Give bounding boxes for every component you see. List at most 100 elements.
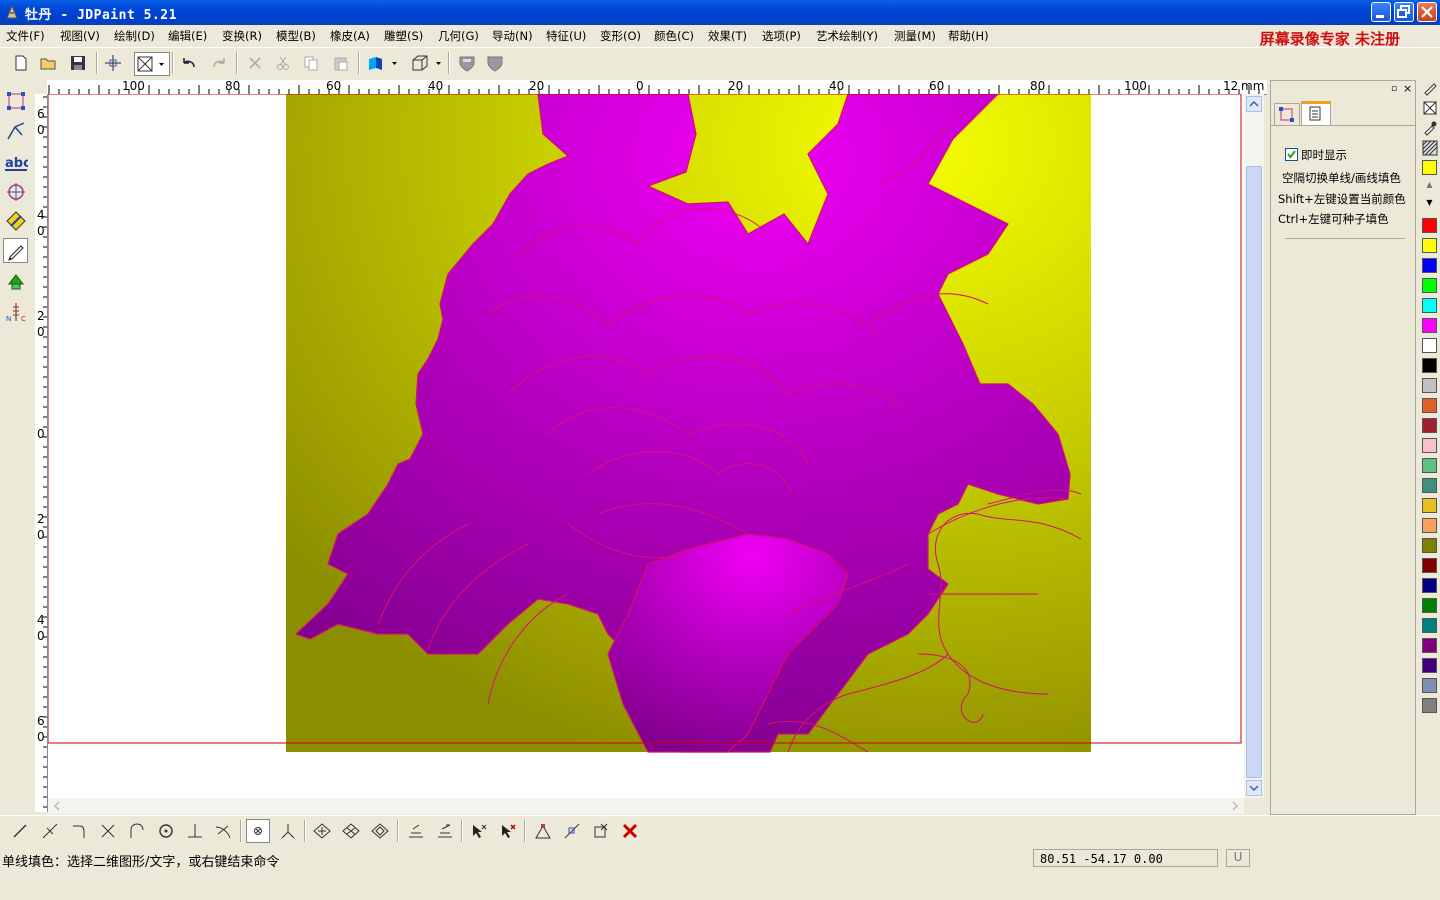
color-swatch[interactable] xyxy=(1422,578,1437,593)
pen-line-icon[interactable] xyxy=(3,118,28,143)
color-swatch[interactable] xyxy=(1422,658,1437,673)
menu-feature[interactable]: 特征(U) xyxy=(546,28,586,44)
menu-color[interactable]: 颜色(C) xyxy=(654,28,694,44)
pencil-icon[interactable] xyxy=(3,238,28,263)
text-abc-icon[interactable]: abc xyxy=(3,150,28,175)
circle-icon[interactable] xyxy=(3,179,28,204)
color-swatch[interactable] xyxy=(1422,218,1437,233)
cancel-x-icon[interactable] xyxy=(618,819,642,843)
open-icon[interactable] xyxy=(38,52,60,74)
color-swatch[interactable] xyxy=(1422,698,1437,713)
panel-tab-nodes[interactable] xyxy=(1274,103,1300,125)
scroll-thumb[interactable] xyxy=(1246,166,1262,778)
circle-snap-icon[interactable] xyxy=(154,819,178,843)
perpendicular-icon[interactable] xyxy=(183,819,207,843)
menu-draw[interactable]: 绘制(D) xyxy=(114,28,155,44)
close-button[interactable] xyxy=(1417,2,1437,22)
view-cube-icon[interactable] xyxy=(410,52,444,74)
pattern-icon[interactable] xyxy=(1422,140,1438,156)
menu-options[interactable]: 选项(P) xyxy=(762,28,801,44)
delete-icon[interactable] xyxy=(244,52,266,74)
pick-arrow-icon[interactable] xyxy=(467,819,491,843)
color-swatch[interactable] xyxy=(1422,438,1437,453)
menu-deform[interactable]: 变形(O) xyxy=(600,28,641,44)
color-swatch[interactable] xyxy=(1422,378,1437,393)
menu-guide[interactable]: 导动(N) xyxy=(492,28,533,44)
menu-edit[interactable]: 编辑(E) xyxy=(168,28,207,44)
color-swatch[interactable] xyxy=(1422,458,1437,473)
color-swatch[interactable] xyxy=(1422,338,1437,353)
node-split-icon[interactable] xyxy=(560,819,584,843)
color-swatch[interactable] xyxy=(1422,678,1437,693)
point-snap-icon[interactable] xyxy=(246,819,270,843)
intersect-icon[interactable] xyxy=(96,819,120,843)
eraser-box-icon[interactable] xyxy=(1422,100,1438,116)
diamond-b-icon[interactable] xyxy=(339,819,363,843)
menu-geometry[interactable]: 几何(G) xyxy=(438,28,479,44)
color-swatch[interactable] xyxy=(1422,598,1437,613)
tangent-icon[interactable] xyxy=(211,819,235,843)
scroll-down-button[interactable] xyxy=(1246,780,1262,796)
save-icon[interactable] xyxy=(67,52,89,74)
menu-eraser[interactable]: 橡皮(A) xyxy=(330,28,370,44)
shield-b-icon[interactable] xyxy=(484,52,506,74)
menu-art-draw[interactable]: 艺术绘制(Y) xyxy=(816,28,878,44)
drawing-canvas[interactable] xyxy=(48,94,1244,798)
current-color-swatch[interactable] xyxy=(1422,160,1437,175)
color-swatch[interactable] xyxy=(1422,318,1437,333)
menu-help[interactable]: 帮助(H) xyxy=(948,28,989,44)
scroll-up-button[interactable] xyxy=(1246,96,1262,112)
menu-sculpt[interactable]: 雕塑(S) xyxy=(384,28,423,44)
color-swatch[interactable] xyxy=(1422,398,1437,413)
scroll-right-button[interactable] xyxy=(1228,799,1242,813)
color-swatch[interactable] xyxy=(1422,618,1437,633)
break-line-icon[interactable] xyxy=(38,819,62,843)
instant-display-checkbox[interactable] xyxy=(1285,148,1298,161)
node-delete-icon[interactable] xyxy=(589,819,613,843)
menu-file[interactable]: 文件(F) xyxy=(6,28,45,44)
cut-icon[interactable] xyxy=(272,52,294,74)
menu-view[interactable]: 视图(V) xyxy=(60,28,100,44)
color-swatch[interactable] xyxy=(1422,518,1437,533)
color-swatch[interactable] xyxy=(1422,418,1437,433)
menu-measure[interactable]: 测量(M) xyxy=(894,28,936,44)
layer-align-icon[interactable] xyxy=(404,819,428,843)
vertical-scrollbar[interactable] xyxy=(1244,94,1264,798)
color-swatch[interactable] xyxy=(1422,538,1437,553)
palette-scroll-down[interactable]: ▼ xyxy=(1422,198,1437,213)
measure-icon[interactable]: NC xyxy=(3,299,28,324)
panel-close-icon[interactable]: × xyxy=(1403,82,1413,95)
horizontal-scrollbar[interactable] xyxy=(48,798,1244,814)
line-icon[interactable] xyxy=(8,819,32,843)
minimize-button[interactable] xyxy=(1371,2,1391,22)
restore-button[interactable] xyxy=(1394,2,1414,22)
menu-effect[interactable]: 效果(T) xyxy=(708,28,747,44)
curve-icon[interactable] xyxy=(125,819,149,843)
copy-icon[interactable] xyxy=(300,52,322,74)
shield-a-icon[interactable] xyxy=(456,52,478,74)
node-move-icon[interactable] xyxy=(531,819,555,843)
new-icon[interactable] xyxy=(10,52,32,74)
shade-icon[interactable] xyxy=(366,52,400,74)
menu-model[interactable]: 模型(B) xyxy=(276,28,316,44)
panel-pin-icon[interactable]: ▫ xyxy=(1391,84,1401,94)
pencil-tool-icon[interactable] xyxy=(1422,80,1438,96)
color-swatch[interactable] xyxy=(1422,298,1437,313)
undo-icon[interactable] xyxy=(178,52,200,74)
fill-icon[interactable] xyxy=(3,269,28,294)
color-swatch[interactable] xyxy=(1422,278,1437,293)
color-swatch[interactable] xyxy=(1422,478,1437,493)
diamond-icon[interactable] xyxy=(3,208,28,233)
color-swatch[interactable] xyxy=(1422,498,1437,513)
color-swatch[interactable] xyxy=(1422,258,1437,273)
scroll-left-button[interactable] xyxy=(50,799,64,813)
paste-icon[interactable] xyxy=(330,52,352,74)
pick-cancel-icon[interactable] xyxy=(496,819,520,843)
menu-transform[interactable]: 变换(R) xyxy=(222,28,262,44)
select-box-icon[interactable] xyxy=(134,52,170,76)
redo-icon[interactable] xyxy=(208,52,230,74)
palette-scroll-up[interactable]: ▲ xyxy=(1422,180,1437,195)
snap-icon[interactable] xyxy=(102,52,124,74)
arc-corner-icon[interactable] xyxy=(67,819,91,843)
color-swatch[interactable] xyxy=(1422,558,1437,573)
